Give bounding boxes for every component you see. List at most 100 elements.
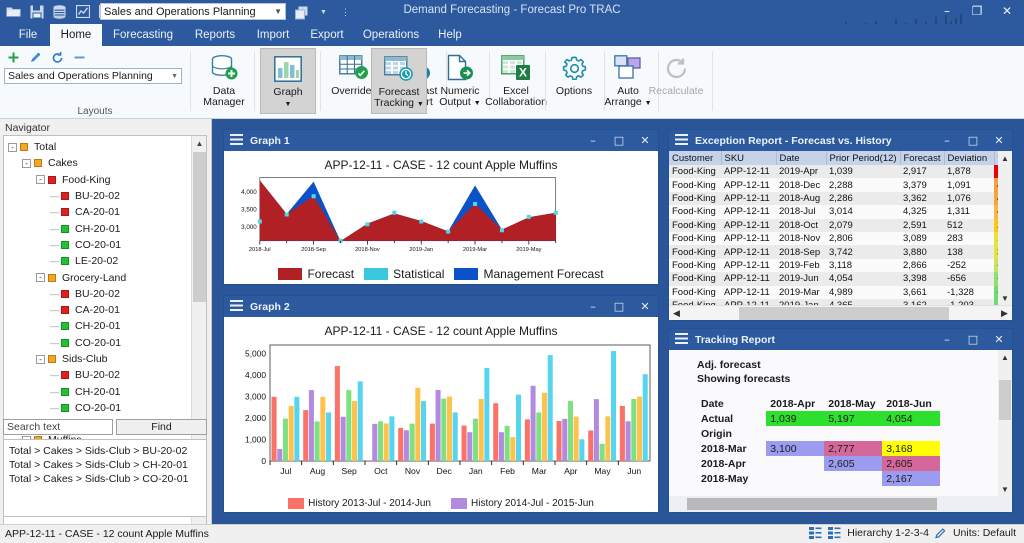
tree-node-sids-club[interactable]: -Sids-Club [8,351,192,367]
tracking-minimize[interactable]: – [934,329,960,350]
navigator-scroll-thumb[interactable] [193,152,206,302]
graph-button[interactable]: Graph▼ [260,48,316,114]
exception-vscrollbar[interactable]: ▲ ▼ [998,151,1012,305]
exception-hscrollbar[interactable]: ◀ ▶ [669,305,1012,320]
hierarchy-label[interactable]: Hierarchy 1-2-3-4 [847,527,929,539]
copy-window-icon[interactable] [292,3,311,22]
units-pencil-icon[interactable] [935,527,947,539]
path-list-item[interactable]: Total > Cakes > Sids-Club > BU-20-02 [9,444,201,458]
tree-leaf-ca-20-01[interactable]: —CA-20-01 [8,204,192,220]
collapse-icon[interactable]: - [36,273,45,282]
data-manager-button[interactable]: DataManager [196,48,252,114]
more-options-icon[interactable]: ⋮ [336,3,355,22]
close-button[interactable]: ✕ [992,0,1022,22]
scroll-right-icon[interactable]: ▶ [997,306,1012,321]
database-icon[interactable] [50,2,69,21]
tracking-hscrollbar[interactable] [669,496,1012,512]
column-header[interactable]: Date [776,151,826,165]
tab-export[interactable]: Export [300,24,354,46]
column-header[interactable]: SKU [721,151,776,165]
column-header[interactable]: Forecast [900,151,944,165]
scroll-down-icon[interactable]: ▼ [998,482,1012,496]
tracking-maximize[interactable]: □ [960,329,986,350]
window-menu-icon[interactable] [675,134,688,148]
exception-minimize[interactable]: – [934,130,960,151]
remove-icon[interactable] [72,50,87,65]
layout-select[interactable]: Sales and Operations Planning ▼ [4,68,182,84]
tab-home[interactable]: Home [50,24,102,46]
tree-node-total[interactable]: -Total [8,139,192,155]
units-label[interactable]: Units: Default [953,527,1016,539]
save-icon[interactable] [27,2,46,21]
path-list-item[interactable]: Total > Cakes > Sids-Club > CO-20-01 [9,472,201,486]
table-row[interactable]: Food-KingAPP-12-112019-Mar4,9893,661-1,3… [669,286,998,299]
scroll-up-icon[interactable]: ▲ [998,350,1012,364]
graph1-maximize[interactable]: □ [606,130,632,151]
tab-forecasting[interactable]: Forecasting [102,24,184,46]
scroll-down-icon[interactable]: ▼ [998,291,1012,305]
tree-leaf-ch-20-01[interactable]: —CH-20-01 [8,383,192,399]
tab-help[interactable]: Help [428,24,472,46]
exception-close[interactable]: ✕ [986,130,1012,151]
exception-hscroll-thumb[interactable] [739,307,949,320]
graph2-close[interactable]: ✕ [632,296,658,317]
tab-operations[interactable]: Operations [354,24,428,46]
table-row[interactable]: Food-KingAPP-12-112018-Oct2,0792,5915122… [669,219,998,232]
graph2-maximize[interactable]: □ [606,296,632,317]
tree-leaf-co-20-01[interactable]: —CO-20-01 [8,237,192,253]
collapse-icon[interactable]: - [8,143,17,152]
scroll-up-icon[interactable]: ▲ [192,136,207,151]
navigator-path-list[interactable]: Total > Cakes > Sids-Club > BU-20-02Tota… [3,439,207,517]
find-button[interactable]: Find [116,419,207,435]
tree-node-food-king[interactable]: -Food-King [8,172,192,188]
tree-leaf-bu-20-02[interactable]: —BU-20-02 [8,188,192,204]
column-header[interactable]: Customer [669,151,721,165]
tracking-vscrollbar[interactable]: ▲ ▼ [998,350,1012,496]
hierarchy-icon-1[interactable] [809,527,822,539]
graph1-close[interactable]: ✕ [632,130,658,151]
scroll-up-icon[interactable]: ▲ [998,151,1012,165]
tree-leaf-ca-20-01[interactable]: —CA-20-01 [8,302,192,318]
table-row[interactable]: Food-KingAPP-12-112019-Feb3,1182,866-252… [669,259,998,272]
add-icon[interactable] [6,50,21,65]
scroll-left-icon[interactable]: ◀ [669,306,684,321]
open-folder-icon[interactable] [4,2,23,21]
tree-leaf-co-20-01[interactable]: —CO-20-01 [8,400,192,416]
window-menu-icon[interactable] [230,300,243,314]
tab-import[interactable]: Import [246,24,300,46]
table-row[interactable]: Food-KingAPP-12-112019-Jun4,0543,398-656… [669,272,998,285]
graph2-minimize[interactable]: – [580,296,606,317]
tree-leaf-le-20-02[interactable]: —LE-20-02 [8,253,192,269]
document-name-combo[interactable]: Sales and Operations Planning ▼ [100,3,286,20]
tracking-hscroll-thumb[interactable] [687,498,937,510]
column-header[interactable]: Deviation [944,151,994,165]
tree-leaf-ch-20-01[interactable]: —CH-20-01 [8,318,192,334]
table-row[interactable]: Food-KingAPP-12-112019-Apr1,0392,9171,87… [669,165,998,178]
tracking-close[interactable]: ✕ [986,329,1012,350]
tab-file[interactable]: File [6,24,50,46]
excel-collaboration-button[interactable]: X ExcelCollaboration [482,48,550,114]
table-row[interactable]: Food-KingAPP-12-112018-Dec2,2883,3791,09… [669,178,998,191]
graph1-minimize[interactable]: – [580,130,606,151]
path-list-item[interactable]: Total > Cakes > Sids-Club > CH-20-01 [9,458,201,472]
edit-icon[interactable] [28,50,43,65]
table-row[interactable]: Food-KingAPP-12-112018-Nov2,8063,0892831… [669,232,998,245]
table-row[interactable]: Food-KingAPP-12-112018-Sep3,7423,8801383… [669,245,998,258]
tree-leaf-co-20-01[interactable]: —CO-20-01 [8,335,192,351]
tracking-scroll-thumb[interactable] [999,380,1011,420]
forecast-tracking-button[interactable]: ForecastTracking ▼ [371,48,427,114]
window-menu-icon[interactable] [230,134,243,148]
tree-node-grocery-land[interactable]: -Grocery-Land [8,269,192,285]
collapse-icon[interactable]: - [22,159,31,168]
collapse-icon[interactable]: - [36,175,45,184]
search-input[interactable]: Search text [3,419,113,435]
collapse-icon[interactable]: - [36,355,45,364]
column-header[interactable]: Prior Period(12) [826,151,900,165]
tree-node-cakes[interactable]: -Cakes [8,155,192,171]
window-menu-icon[interactable] [675,333,688,347]
table-row[interactable]: Food-KingAPP-12-112018-Jul3,0144,3251,31… [669,205,998,218]
chart-line-icon[interactable] [73,2,92,21]
reset-icon[interactable] [50,50,65,65]
minimize-button[interactable]: – [932,0,962,22]
hierarchy-icon-2[interactable] [828,527,841,539]
